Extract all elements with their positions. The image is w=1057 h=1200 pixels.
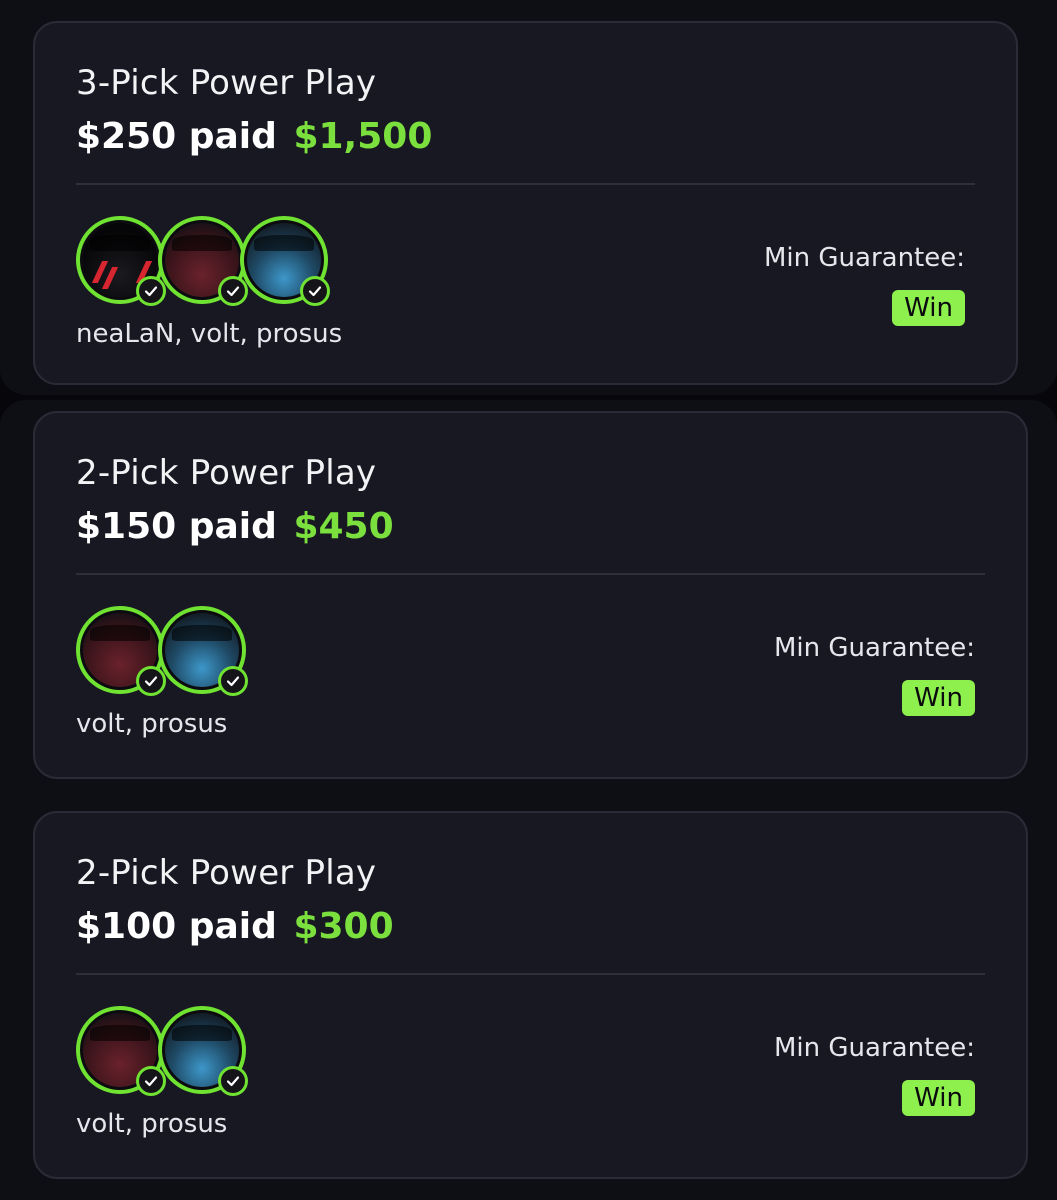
entry-payout-amount: $1,500	[293, 116, 433, 157]
player-avatar[interactable]	[158, 1006, 248, 1096]
entry-title: 2-Pick Power Play	[76, 453, 377, 493]
check-circle-icon	[218, 666, 248, 696]
card-divider	[76, 183, 975, 185]
entry-amounts: $100 paid $300	[76, 906, 394, 947]
min-guarantee-badge: Win	[902, 680, 975, 716]
entry-amounts: $250 paid $1,500	[76, 116, 432, 157]
player-avatar[interactable]	[158, 606, 248, 696]
entry-card[interactable]: 2-Pick Power Play $150 paid $450 volt, p…	[33, 411, 1028, 779]
check-circle-icon	[218, 276, 248, 306]
check-circle-icon	[218, 1066, 248, 1096]
entry-payout-amount: $450	[293, 506, 394, 547]
entry-paid-amount: $250 paid	[76, 116, 277, 157]
entry-paid-amount: $150 paid	[76, 506, 277, 547]
entry-title: 3-Pick Power Play	[76, 63, 377, 103]
player-avatar[interactable]	[158, 216, 248, 306]
entry-card[interactable]: 3-Pick Power Play $250 paid $1,500 neaLa…	[33, 21, 1018, 385]
min-guarantee-badge: Win	[902, 1080, 975, 1116]
entry-payout-amount: $300	[293, 906, 394, 947]
min-guarantee-label: Min Guarantee:	[773, 633, 975, 663]
entry-card[interactable]: 2-Pick Power Play $100 paid $300 volt, p…	[33, 811, 1028, 1179]
entry-amounts: $150 paid $450	[76, 506, 394, 547]
min-guarantee-label: Min Guarantee:	[773, 1033, 975, 1063]
entry-paid-amount: $100 paid	[76, 906, 277, 947]
min-guarantee-label: Min Guarantee:	[763, 243, 965, 273]
min-guarantee-badge: Win	[892, 290, 965, 326]
card-divider	[76, 573, 985, 575]
check-circle-icon	[136, 1066, 166, 1096]
player-avatar[interactable]	[76, 216, 166, 306]
card-divider	[76, 973, 985, 975]
pick-player-names: neaLaN, volt, prosus	[76, 319, 343, 349]
check-circle-icon	[136, 666, 166, 696]
player-avatar[interactable]	[76, 606, 166, 696]
check-circle-icon	[300, 276, 330, 306]
player-avatar[interactable]	[240, 216, 330, 306]
pick-player-names: volt, prosus	[76, 709, 228, 739]
check-circle-icon	[136, 276, 166, 306]
pick-player-names: volt, prosus	[76, 1109, 228, 1139]
player-avatar[interactable]	[76, 1006, 166, 1096]
entry-title: 2-Pick Power Play	[76, 853, 377, 893]
